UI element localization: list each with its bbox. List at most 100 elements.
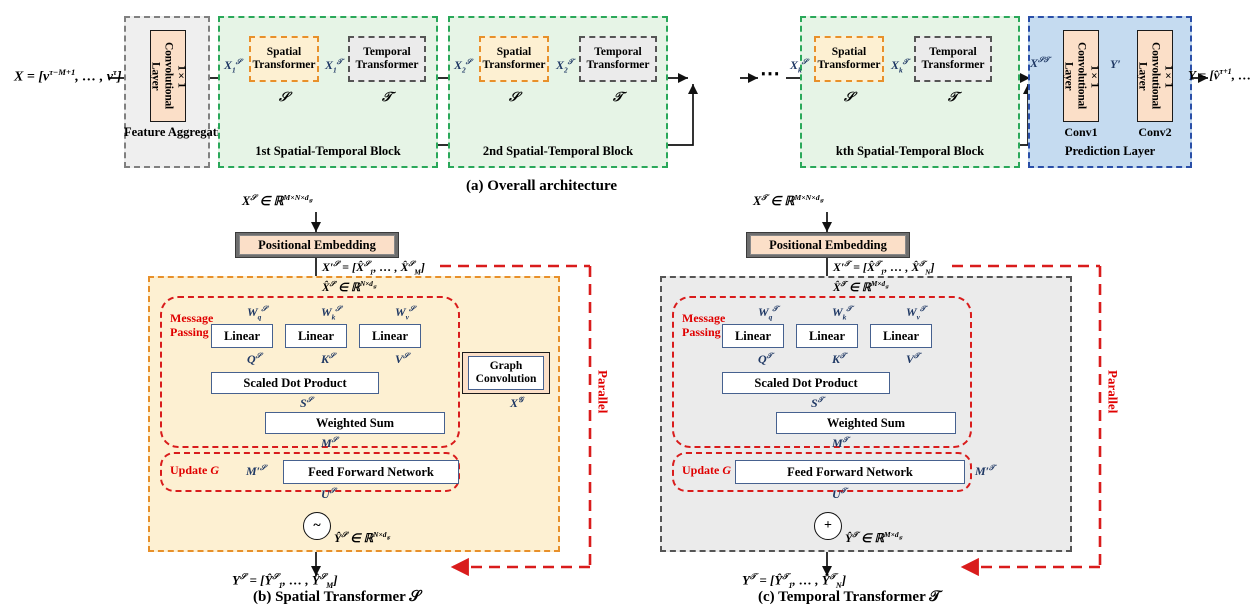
prediction-in-label: X𝒮𝒯: [1030, 55, 1050, 70]
temporal-parallel-label: Parallel: [1105, 370, 1121, 414]
prediction-mid-label: Y′: [1110, 57, 1121, 71]
conv1-name: Conv1: [1064, 125, 1098, 139]
spatial-input-dim: X𝒮 ∈ ℝM×N×d𝒢: [242, 193, 313, 209]
spatial-transformer-k[interactable]: Spatial Transformer: [814, 36, 884, 82]
temporal-linear-q[interactable]: Linear: [722, 324, 784, 348]
spatial-score-label: S𝒮: [300, 395, 313, 410]
spatial-residual-msg-label: M′𝒮: [246, 463, 266, 478]
temporal-transformer-2[interactable]: Temporal Transformer: [579, 36, 657, 82]
spatial-linear-k-label: Linear: [297, 328, 335, 343]
temporal-after-pe-label: X′𝒯 = [X̂𝒯1, … , X̂𝒯N]: [833, 259, 935, 277]
spatial-weighted-sum-label: Weighted Sum: [315, 415, 395, 430]
spatial-after-pe-label: X′𝒮 = [X̂𝒮1, … , X̂𝒮M]: [322, 259, 425, 277]
feature-aggregation-conv-box[interactable]: 1×1 Convolutional Layer: [149, 30, 188, 122]
temporal-ffn-label: Feed Forward Network: [787, 464, 913, 479]
temporal-ffn[interactable]: Feed Forward Network: [735, 460, 965, 484]
spatial-transformer-1[interactable]: Spatial Transformer: [249, 36, 319, 82]
temporal-linear-k-label: Linear: [808, 328, 846, 343]
temporal-transformer-k[interactable]: Temporal Transformer: [914, 36, 992, 82]
spatial-transformer-2-label: Spatial Transformer: [482, 45, 546, 71]
conv2-label: 1×1 Convolutional Layer: [1136, 42, 1175, 110]
spatial-scaled-dot-product-label: Scaled Dot Product: [243, 375, 347, 390]
temporal-q-label: Q𝒯: [758, 351, 773, 366]
spatial-token-dim: X̂𝒮 ∈ ℝN×d𝒢: [322, 280, 376, 294]
spatial-q-label: Q𝒮: [247, 351, 262, 366]
spatial-parallel-label: Parallel: [595, 370, 611, 414]
spatial-wv-label: Wv𝒮: [395, 304, 415, 322]
spatial-weighted-sum[interactable]: Weighted Sum: [265, 412, 445, 434]
spatial-wk-label: Wk𝒮: [321, 304, 342, 322]
temporal-linear-v-label: Linear: [882, 328, 920, 343]
spatial-scaled-dot-product[interactable]: Scaled Dot Product: [211, 372, 379, 394]
conv2-name: Conv2: [1138, 125, 1172, 139]
temporal-v-label: V𝒯: [906, 351, 920, 366]
temporal-transformer-1-label: Temporal Transformer: [355, 45, 419, 71]
temporal-update-label: Update G: [682, 463, 732, 477]
temporal-score-label: S𝒯: [811, 395, 824, 410]
st-block-2-mid-label: X2𝒯: [556, 57, 574, 75]
temporal-transformer-k-label: Temporal Transformer: [921, 45, 985, 71]
st-block-1-temporal-sym: 𝒯: [382, 89, 392, 104]
spatial-merge-node: ~: [303, 512, 331, 540]
spatial-linear-v[interactable]: Linear: [359, 324, 421, 348]
conv1-label: 1×1 Convolutional Layer: [1062, 42, 1101, 110]
spatial-ffn-label: Feed Forward Network: [308, 464, 434, 479]
temporal-k-label: K𝒯: [832, 351, 846, 366]
caption-b: (b) Spatial Transformer 𝒮: [253, 589, 421, 605]
blocks-ellipsis: ⋯: [760, 63, 782, 85]
spatial-positional-embedding-outer: Positional Embedding: [235, 232, 399, 258]
st-block-1-mid-label: X1𝒯: [325, 57, 343, 75]
prediction-layer-title: Prediction Layer: [1064, 144, 1156, 158]
st-block-1-spatial-sym: 𝒮: [278, 89, 290, 104]
temporal-update-out-label: U𝒯: [832, 486, 847, 501]
st-block-k-spatial-sym: 𝒮: [843, 89, 855, 104]
spatial-linear-q-label: Linear: [223, 328, 261, 343]
temporal-wq-label: Wq𝒯: [758, 304, 779, 322]
spatial-transformer-k-label: Spatial Transformer: [817, 45, 881, 71]
spatial-linear-v-label: Linear: [371, 328, 409, 343]
overall-input-label: X = [vτ−M+1, … , vτ]: [14, 67, 122, 85]
temporal-merge-node: +: [814, 512, 842, 540]
temporal-linear-k[interactable]: Linear: [796, 324, 858, 348]
temporal-weighted-sum[interactable]: Weighted Sum: [776, 412, 956, 434]
spatial-transformer-2[interactable]: Spatial Transformer: [479, 36, 549, 82]
temporal-transformer-1[interactable]: Temporal Transformer: [348, 36, 426, 82]
graph-convolution-label: Graph Convolution: [475, 359, 537, 385]
spatial-graph-out-label: X𝒢: [510, 395, 524, 410]
spatial-k-label: K𝒮: [321, 351, 335, 366]
temporal-wv-label: Wv𝒯: [906, 304, 926, 322]
feature-aggregation-conv-label: 1×1 Convolutional Layer: [149, 42, 188, 110]
temporal-linear-v[interactable]: Linear: [870, 324, 932, 348]
temporal-message-label: M𝒯: [832, 435, 849, 450]
spatial-out-dim: Ŷ𝒮 ∈ ℝN×d𝒢: [334, 530, 390, 545]
caption-c: (c) Temporal Transformer 𝒯: [758, 589, 941, 605]
temporal-merge-op: +: [824, 518, 832, 533]
st-block-k-in-label: Xk𝒮: [790, 57, 808, 75]
st-block-k-title: kth Spatial-Temporal Block: [835, 144, 985, 158]
spatial-linear-q[interactable]: Linear: [211, 324, 273, 348]
st-block-1-title: 1st Spatial-Temporal Block: [255, 144, 401, 158]
conv2-box[interactable]: 1×1 Convolutional Layer: [1136, 30, 1175, 122]
temporal-positional-embedding-outer: Positional Embedding: [746, 232, 910, 258]
caption-a: (a) Overall architecture: [466, 178, 618, 194]
temporal-positional-embedding-label: Positional Embedding: [769, 237, 887, 252]
temporal-transformer-2-label: Temporal Transformer: [586, 45, 650, 71]
spatial-v-label: V𝒮: [395, 351, 409, 366]
overall-output-label: Y = [v̂τ+1, … , v̂τ+T]: [1188, 67, 1251, 83]
st-block-2-in-label: X2𝒮: [454, 57, 472, 75]
st-block-2-temporal-sym: 𝒯: [613, 89, 623, 104]
temporal-scaled-dot-product-label: Scaled Dot Product: [754, 375, 858, 390]
temporal-token-dim: X̂𝒯 ∈ ℝM×d𝒢: [833, 280, 889, 294]
conv1-box[interactable]: 1×1 Convolutional Layer: [1062, 30, 1101, 122]
spatial-linear-k[interactable]: Linear: [285, 324, 347, 348]
temporal-scaled-dot-product[interactable]: Scaled Dot Product: [722, 372, 890, 394]
spatial-update-label: Update G: [170, 463, 220, 477]
temporal-input-dim: X𝒯 ∈ ℝM×N×d𝒢: [753, 193, 823, 209]
spatial-ffn[interactable]: Feed Forward Network: [283, 460, 459, 484]
spatial-positional-embedding-label: Positional Embedding: [258, 237, 376, 252]
st-block-2-spatial-sym: 𝒮: [508, 89, 520, 104]
feature-aggregation-title: Feature Aggregation: [124, 125, 234, 139]
spatial-update-out-label: U𝒮: [321, 486, 336, 501]
st-block-1-in-label: X1𝒮: [224, 57, 242, 75]
temporal-out-dim: Ŷ𝒯 ∈ ℝM×d𝒢: [845, 530, 902, 545]
